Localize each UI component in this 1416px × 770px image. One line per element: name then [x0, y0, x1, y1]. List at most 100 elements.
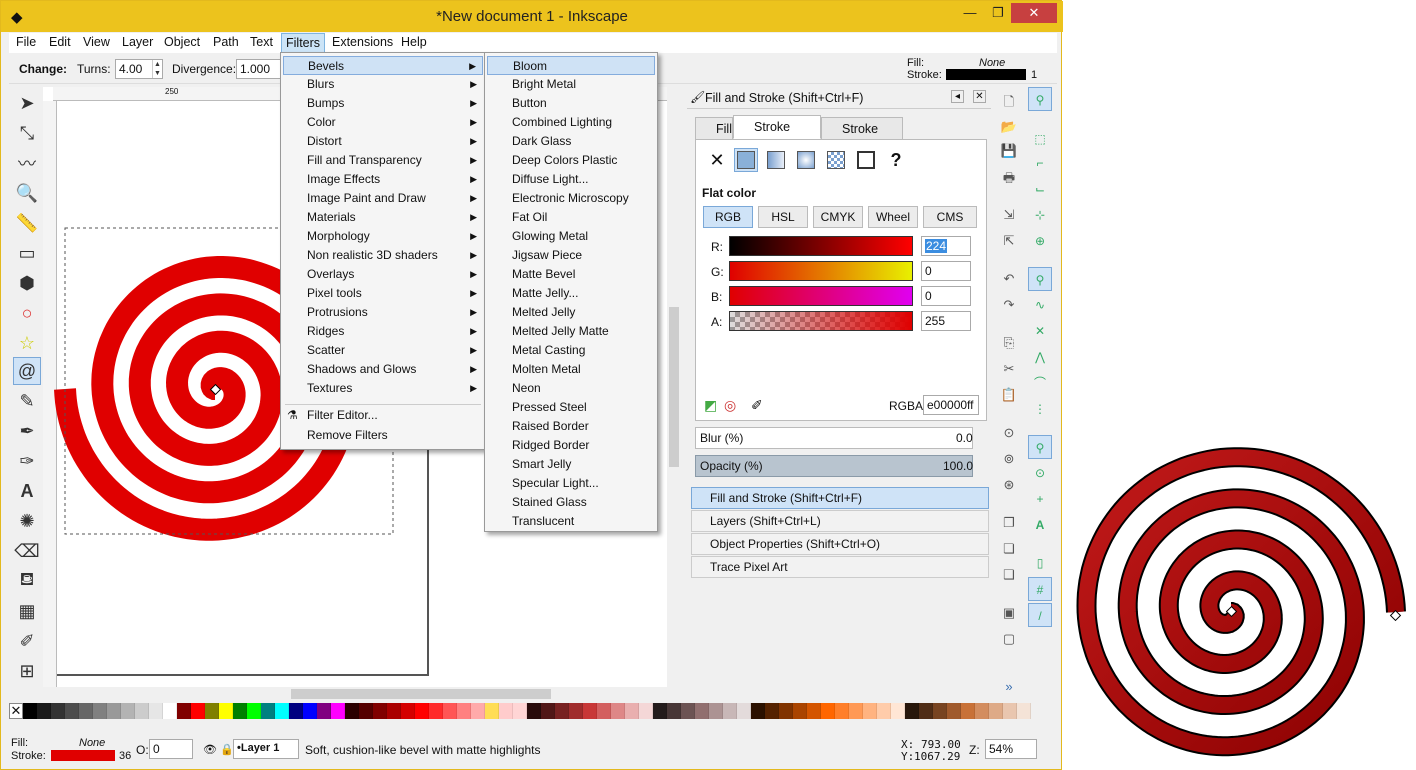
palette-swatch[interactable] [611, 703, 625, 719]
filters-item[interactable]: Ridges ▶ [283, 322, 483, 341]
layer-visibility-icon[interactable]: 👁 [203, 743, 217, 756]
mode-hsl[interactable]: HSL [758, 206, 808, 228]
paint-unset-icon[interactable]: ? [884, 148, 908, 172]
filters-item[interactable]: Bumps ▶ [283, 94, 483, 113]
snap-smooth-icon[interactable]: ⌒ [1028, 371, 1052, 395]
redo-icon[interactable]: ↷ [999, 297, 1019, 317]
palette-swatch[interactable] [723, 703, 737, 719]
palette-swatch[interactable] [107, 703, 121, 719]
palette-swatch[interactable] [667, 703, 681, 719]
bevels-item[interactable]: Metal Casting [487, 341, 655, 360]
palette-swatch[interactable] [121, 703, 135, 719]
color-picker-icon[interactable]: ✐ [751, 397, 763, 414]
panel-collapse-icon[interactable]: ◂ [951, 90, 964, 103]
spray-tool-icon[interactable]: ✺ [13, 507, 41, 535]
palette-swatch[interactable] [135, 703, 149, 719]
palette-swatch[interactable] [583, 703, 597, 719]
dock-tab-fill-stroke[interactable]: Fill and Stroke (Shift+Ctrl+F) [691, 487, 989, 509]
bevels-item[interactable]: Jigsaw Piece [487, 246, 655, 265]
tab-stroke-style[interactable]: Stroke style [821, 117, 903, 158]
paint-flat-icon[interactable] [734, 148, 758, 172]
palette-swatch[interactable] [891, 703, 905, 719]
tab-fill[interactable]: Fill [695, 117, 733, 141]
palette-swatch[interactable] [975, 703, 989, 719]
filters-item[interactable]: Scatter ▶ [283, 341, 483, 360]
layer-select[interactable]: •Layer 1 [233, 739, 299, 759]
palette-swatch[interactable] [359, 703, 373, 719]
tab-stroke-paint[interactable]: Stroke paint [733, 115, 821, 156]
snap-guides-icon[interactable]: / [1028, 603, 1052, 627]
snap-grids-icon[interactable]: # [1028, 577, 1052, 601]
filters-item[interactable]: Bevels ▶ [283, 56, 483, 75]
selector-tool-icon[interactable]: ➤ [13, 89, 41, 117]
palette-swatch[interactable] [961, 703, 975, 719]
filters-item[interactable]: Image Paint and Draw ▶ [283, 189, 483, 208]
import-icon[interactable]: ⇲ [999, 207, 1019, 227]
paint-linear-icon[interactable] [764, 148, 788, 172]
palette-swatch[interactable] [331, 703, 345, 719]
paint-pattern-icon[interactable] [824, 148, 848, 172]
bevels-item[interactable]: Molten Metal [487, 360, 655, 379]
palette-swatch[interactable] [429, 703, 443, 719]
g-slider[interactable] [729, 261, 913, 281]
color-palette[interactable]: ✕ [9, 703, 1045, 719]
palette-swatch[interactable] [373, 703, 387, 719]
palette-swatch[interactable] [863, 703, 877, 719]
maximize-button[interactable]: ❐ [987, 3, 1009, 23]
snap-bbox-icon[interactable]: ⬚ [1028, 127, 1052, 151]
filters-item[interactable]: Overlays ▶ [283, 265, 483, 284]
minimize-button[interactable]: — [959, 3, 981, 23]
palette-swatch[interactable] [177, 703, 191, 719]
dropper-tool-icon[interactable]: ✐ [13, 627, 41, 655]
palette-swatch[interactable] [653, 703, 667, 719]
filters-item[interactable]: Textures ▶ [283, 379, 483, 398]
filters-item[interactable]: Distort ▶ [283, 132, 483, 151]
palette-swatch[interactable] [23, 703, 37, 719]
bucket-tool-icon[interactable]: ⛾ [13, 567, 41, 595]
layer-lock-icon[interactable]: 🔒 [220, 743, 234, 756]
bevels-item[interactable]: Pressed Steel [487, 398, 655, 417]
unlink-clone-icon[interactable]: ❑ [999, 567, 1019, 587]
palette-swatch[interactable] [765, 703, 779, 719]
no-paint-swatch-icon[interactable]: ✕ [9, 703, 23, 719]
palette-swatch[interactable] [345, 703, 359, 719]
snap-midpoints-icon[interactable]: ⋮ [1028, 397, 1052, 421]
filters-item[interactable]: Morphology ▶ [283, 227, 483, 246]
duplicate-icon[interactable]: ❐ [999, 515, 1019, 535]
palette-swatch[interactable] [709, 703, 723, 719]
snap-cusp-icon[interactable]: ⋀ [1028, 345, 1052, 369]
palette-swatch[interactable] [821, 703, 835, 719]
palette-swatch[interactable] [247, 703, 261, 719]
bevels-item[interactable]: Matte Bevel [487, 265, 655, 284]
menu-extensions[interactable]: Extensions [332, 35, 393, 49]
group-icon[interactable]: ▣ [999, 605, 1019, 625]
palette-swatch[interactable] [933, 703, 947, 719]
print-icon[interactable]: 🖶 [999, 169, 1019, 189]
pen-tool-icon[interactable]: ✒ [13, 417, 41, 445]
gradient-tool-icon[interactable]: ▦ [13, 597, 41, 625]
calligraphy-tool-icon[interactable]: ✑ [13, 447, 41, 475]
dock-tab-layers[interactable]: Layers (Shift+Ctrl+L) [691, 510, 989, 532]
bevels-item[interactable]: Translucent [487, 512, 655, 531]
bevels-item[interactable]: Raised Border [487, 417, 655, 436]
rect-tool-icon[interactable]: ▭ [13, 239, 41, 267]
zoom-tool-icon[interactable]: 🔍 [13, 179, 41, 207]
bevels-item[interactable]: Fat Oil [487, 208, 655, 227]
palette-swatch[interactable] [443, 703, 457, 719]
export-icon[interactable]: ⇱ [999, 233, 1019, 253]
palette-swatch[interactable] [471, 703, 485, 719]
r-input[interactable]: 224 [921, 236, 971, 256]
palette-swatch[interactable] [527, 703, 541, 719]
palette-swatch[interactable] [1003, 703, 1017, 719]
tweak-tool-icon[interactable]: 〰 [13, 149, 41, 177]
cut-icon[interactable]: ✂ [999, 361, 1019, 381]
snap-toggle-icon[interactable]: ⚲ [1028, 87, 1052, 111]
turns-stepper[interactable]: ▲ ▼ [152, 60, 162, 78]
menu-filters[interactable]: Filters [281, 33, 326, 53]
palette-swatch[interactable] [275, 703, 289, 719]
palette-swatch[interactable] [219, 703, 233, 719]
zoom-drawing-icon[interactable]: ⊚ [999, 451, 1019, 471]
palette-swatch[interactable] [569, 703, 583, 719]
filters-item[interactable]: Fill and Transparency ▶ [283, 151, 483, 170]
snap-bbox-corner-icon[interactable]: ⌙ [1028, 177, 1052, 201]
